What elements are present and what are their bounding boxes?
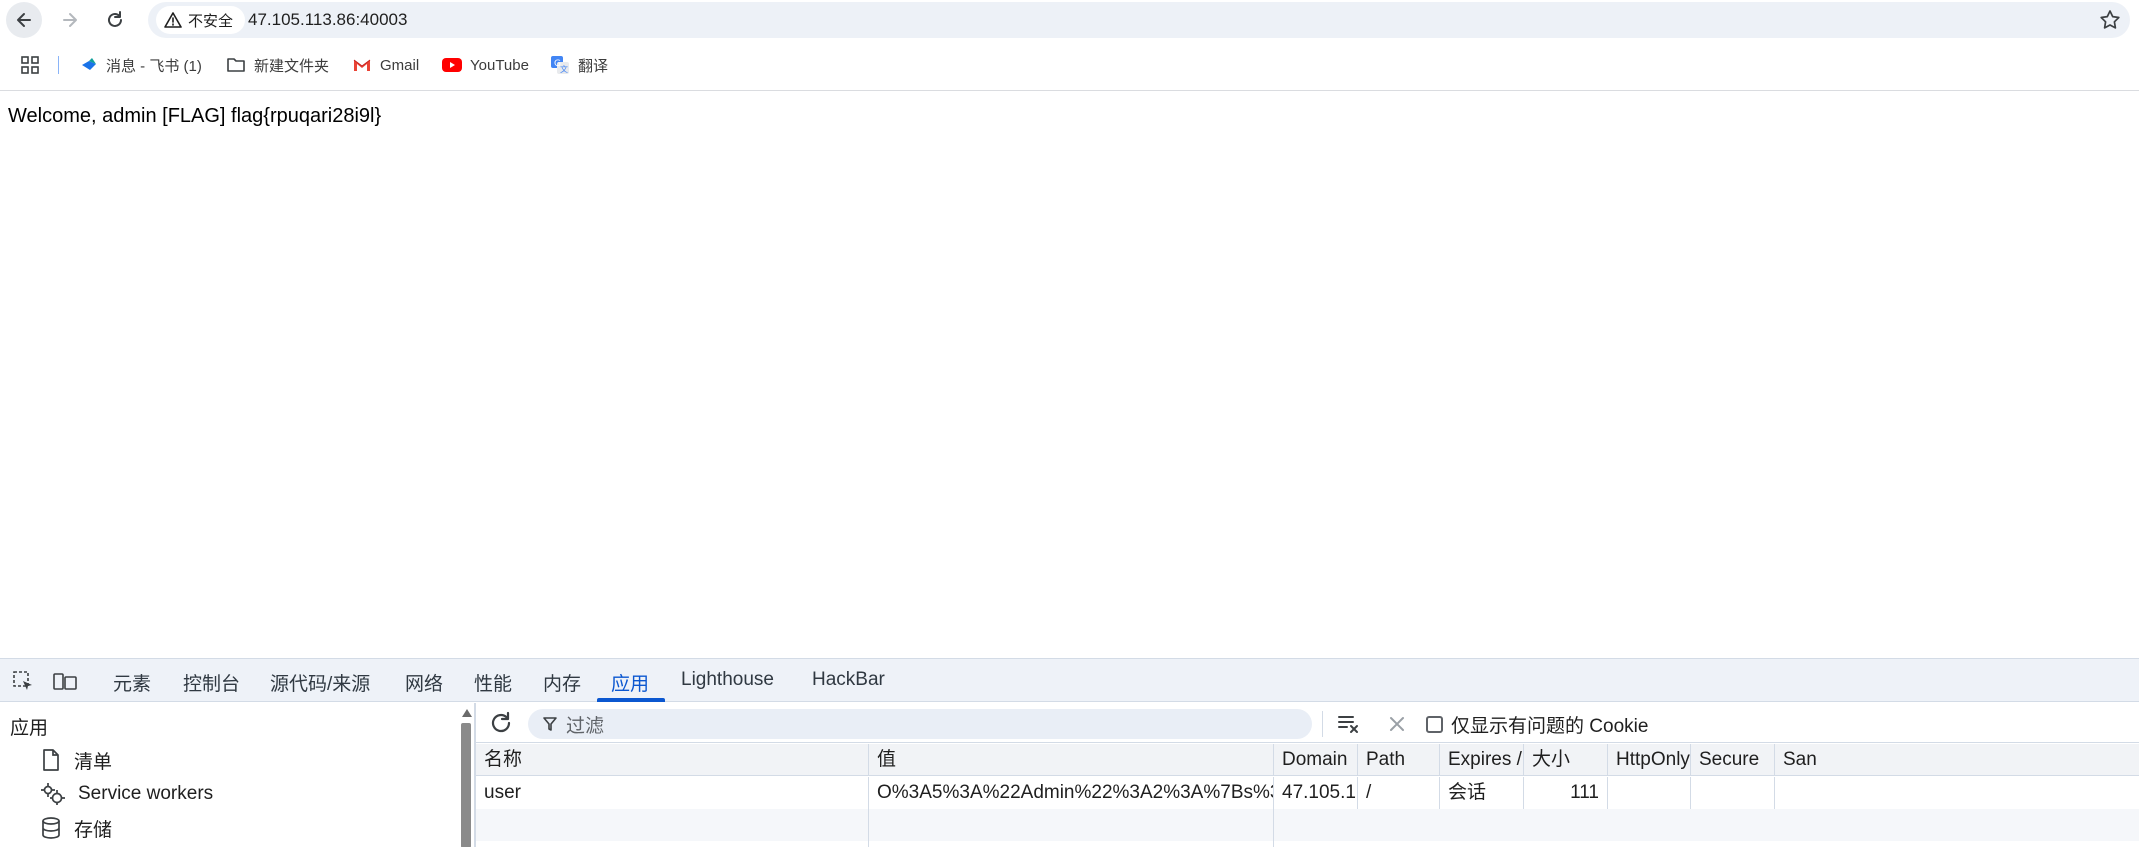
only-issues-toggle[interactable]: 仅显示有问题的 Cookie	[1426, 711, 1648, 737]
cell-httponly	[1607, 777, 1690, 809]
address-bar[interactable]: 不安全 47.105.113.86:40003	[148, 2, 2130, 38]
youtube-icon	[442, 58, 462, 72]
star-icon[interactable]	[2098, 8, 2122, 32]
column-header-size[interactable]: 大小	[1523, 744, 1607, 776]
tab-memory[interactable]: 内存	[543, 669, 581, 696]
welcome-message: Welcome, admin [FLAG] flag{rpuqari28i9l}	[8, 105, 382, 127]
active-tab-indicator	[597, 698, 665, 702]
warning-triangle-icon	[164, 12, 182, 28]
column-header-value[interactable]: 值	[868, 744, 1273, 776]
bookmark-gmail[interactable]: Gmail	[352, 52, 419, 78]
cell-size: 111	[1523, 777, 1607, 809]
column-divider	[868, 809, 869, 847]
column-header-samesite[interactable]: San	[1774, 744, 2139, 776]
cookie-table: 名称 值 Domain Path Expires / ... 大小 HttpOn…	[476, 744, 2139, 847]
url-text[interactable]: 47.105.113.86:40003	[248, 10, 407, 30]
arrow-left-icon	[17, 13, 31, 27]
clear-filtered-cookies-icon[interactable]	[1336, 711, 1362, 737]
sidebar-item-manifest[interactable]: 清单	[40, 745, 112, 775]
arrow-right-icon	[63, 13, 77, 27]
file-icon	[43, 749, 59, 771]
database-icon	[42, 817, 60, 839]
scrollbar-thumb[interactable]	[461, 723, 471, 847]
svg-text:文: 文	[560, 64, 568, 74]
column-header-expires[interactable]: Expires / ...	[1439, 744, 1523, 776]
application-sidebar: 应用 清单 Service workers 存储	[0, 703, 474, 847]
reload-icon	[108, 11, 122, 27]
cookie-toolbar: 过滤 仅显示有问题的 Cookie	[476, 703, 2139, 743]
column-header-secure[interactable]: Secure	[1690, 744, 1774, 776]
sidebar-item-storage[interactable]: 存储	[40, 813, 112, 843]
browser-toolbar: 不安全 47.105.113.86:40003	[0, 0, 2139, 40]
bookmark-feishu[interactable]: 消息 - 飞书 (1)	[80, 52, 202, 78]
refresh-icon[interactable]	[488, 710, 514, 736]
table-row[interactable]: user O%3A5%3A%22Admin%22%3A2%3A%7Bs%3A4%…	[476, 777, 2139, 809]
table-row-empty	[476, 809, 2139, 841]
tab-network[interactable]: 网络	[405, 669, 443, 696]
gmail-icon	[353, 59, 371, 71]
column-header-httponly[interactable]: HttpOnly	[1607, 744, 1690, 776]
table-header: 名称 值 Domain Path Expires / ... 大小 HttpOn…	[476, 744, 2139, 776]
column-header-name[interactable]: 名称	[476, 744, 868, 776]
tab-lighthouse[interactable]: Lighthouse	[681, 669, 774, 691]
folder-icon	[227, 58, 245, 72]
forward-button[interactable]	[52, 2, 88, 38]
cell-value: O%3A5%3A%22Admin%22%3A2%3A%7Bs%3A4%3A%22…	[868, 777, 1273, 809]
only-issues-checkbox[interactable]	[1426, 715, 1443, 733]
tab-application[interactable]: 应用	[611, 669, 649, 696]
close-icon[interactable]	[1384, 711, 1410, 737]
gears-icon	[41, 783, 65, 805]
translate-icon: G文	[551, 56, 569, 74]
column-header-domain[interactable]: Domain	[1273, 744, 1357, 776]
column-divider	[1273, 809, 1274, 847]
cell-domain: 47.105.1...	[1273, 777, 1357, 809]
filter-placeholder: 过滤	[566, 715, 605, 737]
cell-secure	[1690, 777, 1774, 809]
back-button[interactable]	[6, 2, 42, 38]
security-chip[interactable]: 不安全	[156, 6, 246, 34]
cell-path: /	[1357, 777, 1439, 809]
cell-expires: 会话	[1439, 777, 1523, 809]
security-label: 不安全	[188, 12, 234, 30]
only-issues-label: 仅显示有问题的 Cookie	[1451, 715, 1649, 737]
filter-icon	[543, 717, 557, 731]
bookmarks-bar: 消息 - 飞书 (1) 新建文件夹 Gmail YouTube G文 翻译	[0, 48, 2139, 82]
chrome-divider	[0, 90, 2139, 91]
apps-grid-icon[interactable]	[20, 55, 40, 75]
cell-name: user	[484, 782, 521, 803]
tab-hackbar[interactable]: HackBar	[812, 669, 885, 691]
column-header-path[interactable]: Path	[1357, 744, 1439, 776]
bookmark-translate[interactable]: G文 翻译	[550, 52, 608, 78]
sidebar-heading: 应用	[10, 718, 49, 739]
bookmark-youtube[interactable]: YouTube	[442, 52, 529, 78]
reload-button[interactable]	[97, 2, 133, 38]
toolbar-separator	[1322, 711, 1323, 737]
scroll-up-icon[interactable]	[462, 709, 472, 717]
tab-sources[interactable]: 源代码/来源	[270, 669, 370, 696]
filter-input[interactable]: 过滤	[528, 709, 1312, 739]
inspect-element-icon[interactable]	[10, 669, 36, 693]
tab-performance[interactable]: 性能	[474, 669, 512, 696]
tab-elements[interactable]: 元素	[113, 669, 151, 696]
sidebar-item-service-workers[interactable]: Service workers	[40, 779, 213, 809]
device-toolbar-icon[interactable]	[52, 669, 78, 693]
bookmark-separator	[58, 56, 59, 74]
tab-console[interactable]: 控制台	[183, 669, 240, 696]
bookmark-new-folder[interactable]: 新建文件夹	[226, 52, 329, 78]
devtools-panel: 元素 控制台 源代码/来源 网络 性能 内存 应用 Lighthouse Hac…	[0, 658, 2139, 847]
devtools-tab-bar: 元素 控制台 源代码/来源 网络 性能 内存 应用 Lighthouse Hac…	[0, 659, 2139, 702]
feishu-icon	[82, 58, 96, 70]
cell-samesite	[1774, 777, 2139, 809]
